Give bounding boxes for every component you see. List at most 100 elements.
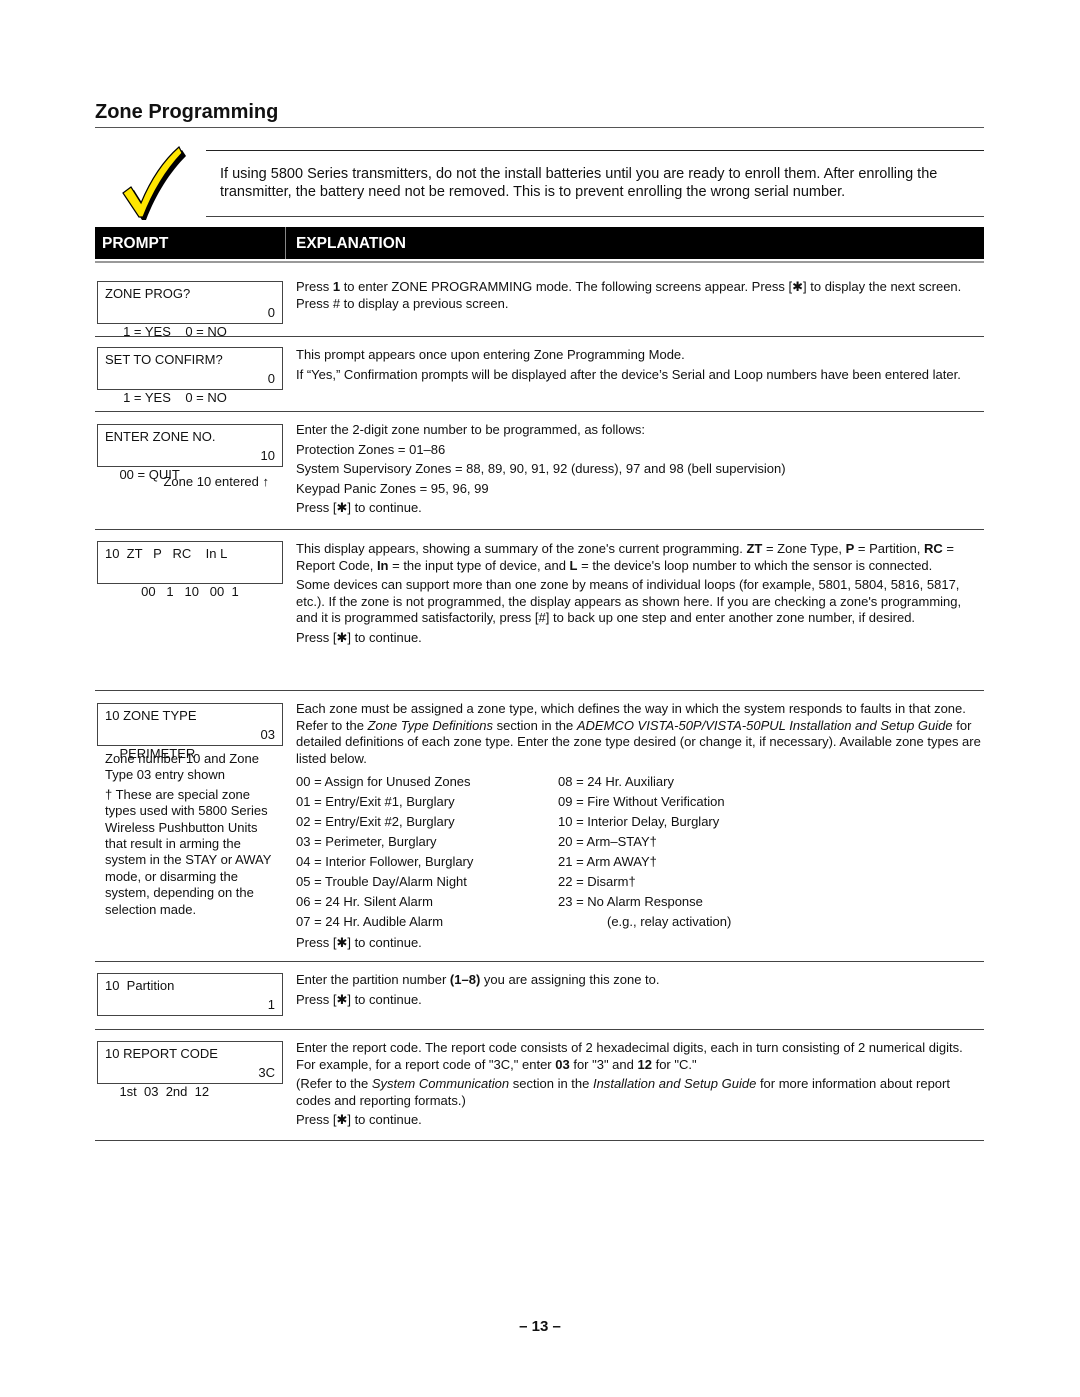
lcd-line-1: 10 Partition bbox=[105, 978, 175, 993]
abbr: In bbox=[376, 557, 389, 573]
title-divider bbox=[95, 127, 984, 128]
abbr: P bbox=[845, 541, 855, 556]
zone-type-item: 20 = Arm–STAY† bbox=[558, 834, 657, 849]
side-note-paragraph: Zone number 10 and Zone Type 03 entry sh… bbox=[105, 751, 259, 783]
page-number: – 13 – bbox=[519, 1318, 561, 1335]
header-underline bbox=[95, 261, 984, 263]
reference: System Communication bbox=[371, 1076, 510, 1091]
explanation-enter-zone-no: Enter the 2-digit zone number to be prog… bbox=[296, 422, 981, 520]
header-divider bbox=[285, 227, 286, 259]
zone-type-item: 22 = Disarm† bbox=[558, 874, 636, 889]
row-divider bbox=[95, 1029, 984, 1030]
note-text: If using 5800 Series transmitters, do no… bbox=[220, 166, 938, 200]
explanation-zone-summary: This display appears, showing a summary … bbox=[296, 541, 981, 649]
zone-type-item: 00 = Assign for Unused Zones bbox=[296, 774, 471, 789]
abbr: RC bbox=[924, 541, 943, 556]
lcd-display-enter-zone-no: ENTER ZONE NO. 00 = QUIT 10 bbox=[97, 424, 283, 482]
code: 12 bbox=[637, 1056, 652, 1072]
page-title: Zone Programming bbox=[95, 101, 279, 123]
lcd-display-partition: 10 Partition 1 bbox=[97, 973, 283, 1016]
lcd-line-2-right: 03 bbox=[260, 727, 275, 742]
continue-instruction: Press [✱] to continue. bbox=[296, 935, 422, 950]
row-divider bbox=[95, 1140, 984, 1141]
explanation-paragraph: This display appears, showing a summary … bbox=[296, 541, 981, 574]
text: section in the bbox=[509, 1076, 593, 1091]
zone-type-item-note: (e.g., relay activation) bbox=[607, 914, 732, 929]
table-header: PROMPT EXPLANATION bbox=[95, 227, 984, 259]
reference: ADEMCO VISTA-50P/VISTA-50PUL Installatio… bbox=[576, 717, 953, 733]
lcd-line-2-right: 0 bbox=[267, 305, 275, 320]
key-label: 1 bbox=[332, 279, 341, 294]
side-note-paragraph: † These are special zone types used with… bbox=[105, 786, 272, 917]
lcd-line-2: 00 = QUIT 10 bbox=[105, 446, 275, 482]
zone-type-item: 03 = Perimeter, Burglary bbox=[296, 834, 437, 849]
text: = the device's loop number to which the … bbox=[577, 557, 933, 573]
abbr: L bbox=[569, 557, 578, 573]
lcd-line-1: ZONE PROG? bbox=[105, 286, 191, 301]
zone-type-item: 04 = Interior Follower, Burglary bbox=[296, 854, 474, 869]
lcd-line-1: 10 ZT P RC In L bbox=[105, 546, 228, 561]
explanation-paragraph: If “Yes,” Confirmation prompts will be d… bbox=[296, 366, 961, 382]
lcd-display-set-to-confirm: SET TO CONFIRM? 1 = YES 0 = NO 0 bbox=[97, 347, 283, 405]
note-divider-bottom bbox=[206, 216, 984, 217]
lcd-line-1: 10 ZONE TYPE bbox=[105, 708, 197, 723]
lcd-line-2: 00 1 10 00 1 bbox=[105, 563, 275, 599]
explanation-paragraph: Keypad Panic Zones = 95, 96, 99 bbox=[296, 480, 489, 496]
header-prompt: PROMPT bbox=[102, 235, 169, 252]
lcd-display-zone-type: 10 ZONE TYPE PERIMETER 03 bbox=[97, 703, 283, 761]
explanation-zone-prog: Press 1 to enter ZONE PROGRAMMING mode. … bbox=[296, 279, 981, 315]
lcd-line-2-right: 10 bbox=[260, 448, 275, 463]
lcd-line-2-left: 1 = YES 0 = NO bbox=[119, 390, 227, 405]
explanation-zone-type: Each zone must be assigned a zone type, … bbox=[296, 701, 981, 770]
lcd-line-2: PERIMETER 03 bbox=[105, 725, 275, 761]
explanation-paragraph: Some devices can support more than one z… bbox=[296, 577, 962, 625]
text: = the input type of device, and bbox=[388, 557, 570, 573]
lcd-line-1: 10 REPORT CODE bbox=[105, 1046, 218, 1061]
lcd-line-2: 1 = YES 0 = NO 0 bbox=[105, 303, 275, 339]
text: (Refer to the bbox=[296, 1076, 372, 1091]
lcd-caption: Zone 10 entered ↑ bbox=[163, 474, 269, 489]
text: for "C." bbox=[651, 1056, 697, 1072]
zone-type-item: 06 = 24 Hr. Silent Alarm bbox=[296, 894, 433, 909]
zone-type-item: 08 = 24 Hr. Auxiliary bbox=[558, 774, 674, 789]
explanation-paragraph: Press [✱] to continue. bbox=[296, 629, 422, 645]
text: This display appears, showing a summary … bbox=[296, 541, 747, 556]
explanation-paragraph: Enter the partition number (1–8) you are… bbox=[296, 972, 981, 989]
zone-type-item: 21 = Arm AWAY† bbox=[558, 854, 657, 869]
lcd-display-report-code: 10 REPORT CODE 1st 03 2nd 12 3C bbox=[97, 1041, 283, 1099]
zone-type-item: 05 = Trouble Day/Alarm Night bbox=[296, 874, 467, 889]
explanation-paragraph: (Refer to the System Communication secti… bbox=[296, 1076, 981, 1109]
row-divider bbox=[95, 411, 984, 412]
zone-type-item: 09 = Fire Without Verification bbox=[558, 794, 725, 809]
zone-type-item: 10 = Interior Delay, Burglary bbox=[558, 814, 720, 829]
explanation-partition: Enter the partition number (1–8) you are… bbox=[296, 972, 981, 1011]
text: to enter ZONE PROGRAMMING mode. The foll… bbox=[296, 279, 962, 311]
explanation-paragraph: This prompt appears once upon entering Z… bbox=[296, 347, 685, 362]
row-divider bbox=[95, 529, 984, 530]
header-explanation: EXPLANATION bbox=[296, 235, 406, 252]
zone-type-item: 01 = Entry/Exit #1, Burglary bbox=[296, 794, 455, 809]
explanation-paragraph: Enter the report code. The report code c… bbox=[296, 1040, 981, 1073]
text: section in the bbox=[493, 717, 577, 733]
text: for "3" and bbox=[569, 1056, 638, 1072]
lcd-line-2-right: 0 bbox=[267, 371, 275, 386]
explanation-report-code: Enter the report code. The report code c… bbox=[296, 1040, 981, 1132]
code: 03 bbox=[555, 1056, 570, 1072]
lcd-display-zone-summary: 10 ZT P RC In L 00 1 10 00 1 bbox=[97, 541, 283, 599]
explanation-paragraph: Press [✱] to continue. bbox=[296, 991, 422, 1007]
explanation-paragraph: Protection Zones = 01–86 bbox=[296, 441, 446, 457]
explanation-paragraph: Enter the 2-digit zone number to be prog… bbox=[296, 422, 646, 437]
reference: Zone Type Definitions bbox=[367, 717, 494, 733]
zone-type-column-left: 00 = Assign for Unused Zones 01 = Entry/… bbox=[296, 772, 556, 953]
lcd-line-2: 1 bbox=[105, 995, 275, 1014]
text: Press bbox=[296, 279, 333, 294]
lcd-line-2-left: 00 1 10 00 1 bbox=[119, 584, 239, 599]
lcd-line-1: ENTER ZONE NO. bbox=[105, 429, 216, 444]
lcd-line-2: 1 = YES 0 = NO 0 bbox=[105, 369, 275, 405]
text: = Zone Type, bbox=[762, 541, 846, 556]
explanation-paragraph: System Supervisory Zones = 88, 89, 90, 9… bbox=[296, 461, 786, 476]
text: = Partition, bbox=[854, 541, 924, 556]
checkmark-icon bbox=[122, 146, 186, 220]
lcd-line-1: SET TO CONFIRM? bbox=[105, 352, 223, 367]
explanation-paragraph: Press 1 to enter ZONE PROGRAMMING mode. … bbox=[296, 279, 981, 312]
